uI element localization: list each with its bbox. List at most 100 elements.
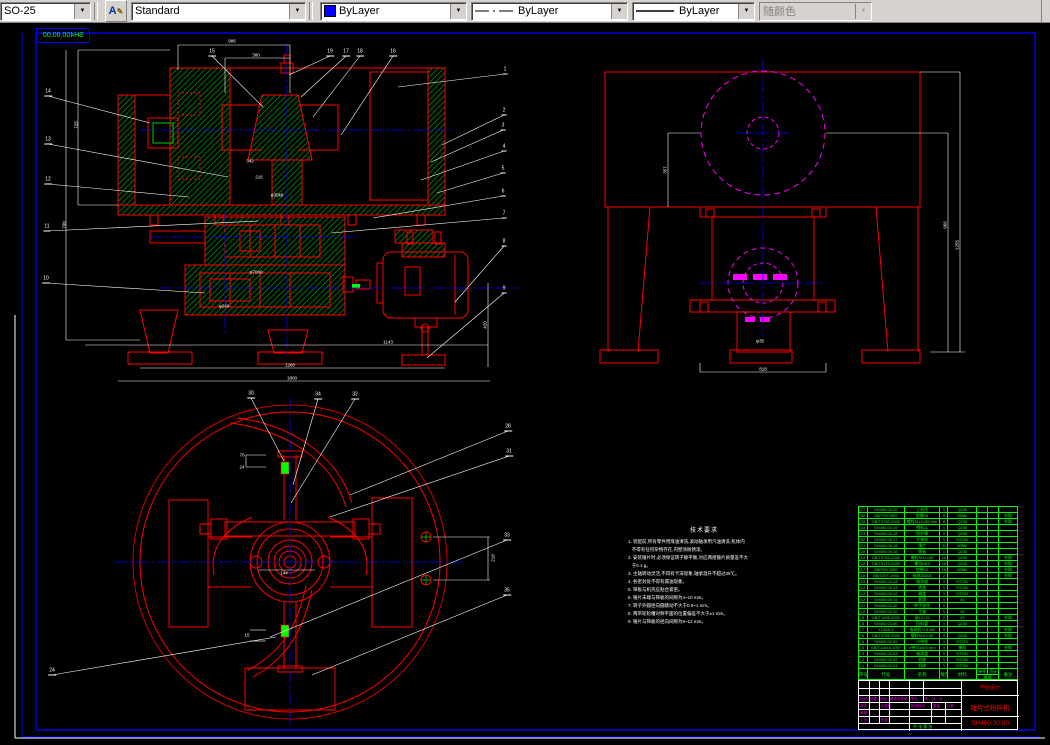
bom-cell: 5 <box>859 639 868 644</box>
dimension-label: 725 <box>73 121 79 129</box>
role-check: 审核 <box>860 711 867 715</box>
tech-req-line: 6. 锤片末端与筛板的间隙为4~10 mm。 <box>628 595 706 600</box>
bom-cell <box>988 567 1000 572</box>
bom-cell: 垫圈12 <box>905 567 941 572</box>
lineweight-combo[interactable]: ByLayer ▼ <box>632 1 755 21</box>
balloon-2: 2 <box>501 107 507 116</box>
bom-cell: 14 <box>859 585 868 590</box>
bom-cell <box>999 621 1017 626</box>
bom-cell: 1 <box>940 609 949 614</box>
bom-cell: SH400.00.15 <box>868 549 905 554</box>
bom-cell <box>999 537 1017 542</box>
bom-cell: 11 <box>859 603 868 608</box>
text-style-combo[interactable]: Standard ▼ <box>131 1 306 21</box>
chevron-down-icon[interactable]: ▼ <box>450 3 466 19</box>
bom-cell: 6 <box>859 633 868 638</box>
bom-cell: SH400.00.17 <box>868 537 905 542</box>
toolbar-separator <box>1041 0 1042 22</box>
bom-cell: 轴承座 <box>905 579 941 584</box>
bom-cell: 45 <box>948 597 978 602</box>
color-combo[interactable]: ByLayer ▼ <box>320 1 467 21</box>
bom-cell: 螺栓M16×55 mm <box>905 519 941 524</box>
bom-cell: Q235 <box>948 633 978 638</box>
bom-cell: 19 <box>859 555 868 560</box>
bom-header-total: 总计 <box>989 669 998 674</box>
dimension-label: φ240 <box>218 303 230 309</box>
bom-cell: GB/T11544-1997 <box>868 645 905 650</box>
bom-cell <box>999 543 1017 548</box>
corner-drawing-number-text: SH400.00.00 <box>42 32 84 39</box>
bom-cell <box>988 507 1000 512</box>
bom-header-material: 材料 <box>948 669 978 680</box>
chevron-down-icon[interactable]: ▼ <box>289 3 305 19</box>
bom-cell: 电动机 5.5 kW <box>905 627 941 632</box>
bom-cell: Q235 <box>948 531 978 536</box>
balloon-5: 5 <box>500 165 506 174</box>
chevron-down-icon: ▼ <box>855 3 871 19</box>
bom-cell: 1 <box>940 597 949 602</box>
dimension-label: 24 <box>239 464 245 470</box>
bom-table: 27 SH400.00.20 上机壳 1 Q235 26 GB/T93-1987 垫圈16 8 6… <box>858 506 1018 680</box>
bom-cell <box>988 573 1000 578</box>
linetype-combo[interactable]: ByLayer ▼ <box>471 1 628 21</box>
bom-cell: 3 <box>940 645 949 650</box>
bom-cell: 橡胶 <box>948 645 978 650</box>
bom-cell: SH400.00.18 <box>868 531 905 536</box>
color-value: ByLayer <box>339 5 380 17</box>
bom-cell <box>988 621 1000 626</box>
bom-cell: GB/T5782-2000 <box>868 519 905 524</box>
dimension-label: 1255 <box>954 239 960 251</box>
bom-cell: 回料管 <box>905 621 941 626</box>
bom-cell: GB/T1096-2003 <box>868 615 905 620</box>
bom-cell: 外购 <box>1004 567 1013 572</box>
bom-cell: SH400.00.03 <box>868 651 905 656</box>
stage-label: 阶段标记 <box>911 704 925 708</box>
dim-style-value: SO-25 <box>4 5 36 17</box>
bom-cell: 螺母M12 <box>905 561 941 566</box>
bom-cell <box>999 591 1017 596</box>
technical-requirements: 技术要求 1. 装配前,所有零件用煤油清洗,滚动轴承用汽油清洗,机体内 不得有任… <box>628 525 803 626</box>
bom-cell: 16 <box>940 555 949 560</box>
bom-cell <box>988 639 1000 644</box>
linetype-value: ByLayer <box>518 5 559 17</box>
bom-cell: SH400.00.11 <box>868 597 905 602</box>
bom-cell: SH400.00.14 <box>868 579 905 584</box>
balloon-15: 15 <box>208 48 216 57</box>
solid-line-icon <box>636 10 674 12</box>
dimension-label: φ70n6 <box>249 269 263 275</box>
dim-style-combo[interactable]: SO-25 ▼ <box>0 1 91 21</box>
text-style-button[interactable]: A✎ <box>105 0 127 22</box>
chevron-down-icon[interactable]: ▼ <box>74 3 90 19</box>
bom-cell: 4 <box>940 633 949 638</box>
tech-req-line: 5. 筛板与机壳应贴合紧密。 <box>628 587 683 592</box>
balloon-1: 1 <box>502 66 508 75</box>
bom-cell: Q235 <box>948 549 978 554</box>
bom-cell: Q235 <box>948 507 978 512</box>
balloon-12: 12 <box>44 176 52 185</box>
balloon-32: 32 <box>351 391 359 400</box>
dimension-label: φ35k6 <box>270 192 284 198</box>
bom-cell: SH400.00.13 <box>868 585 905 590</box>
toolbar-separator <box>94 2 98 20</box>
bom-cell <box>999 609 1017 614</box>
balloon-18: 18 <box>356 48 364 57</box>
drawing-canvas[interactable]: SH400.00.00 技术要求 1. 装配前,所有零件用煤油清洗,滚动轴承用汽… <box>0 25 1050 745</box>
bom-cell <box>988 537 1000 542</box>
bom-header-name: 名称 <box>905 669 941 680</box>
bom-cell: HT200 <box>948 537 978 542</box>
bom-cell <box>977 591 989 596</box>
bom-cell: 16 <box>940 567 949 572</box>
bom-cell: Q235 <box>948 561 978 566</box>
bom-cell: 15 <box>859 579 868 584</box>
bom-cell <box>977 663 989 668</box>
chevron-down-icon[interactable]: ▼ <box>738 3 754 19</box>
bom-cell: 透盖 <box>905 585 941 590</box>
bom-cell: GB/T93-1987 <box>868 513 905 518</box>
tech-req-line: 3. 主轴转动灵活,不得有卡滞现象,轴承温升不超过35℃。 <box>628 571 740 576</box>
bom-cell <box>977 549 989 554</box>
chevron-down-icon[interactable]: ▼ <box>611 3 627 19</box>
plot-style-value: 随颜色 <box>763 6 796 18</box>
bom-cell: 转子部件 <box>905 603 941 608</box>
bom-cell: 1 <box>940 549 949 554</box>
bom-cell <box>988 555 1000 560</box>
